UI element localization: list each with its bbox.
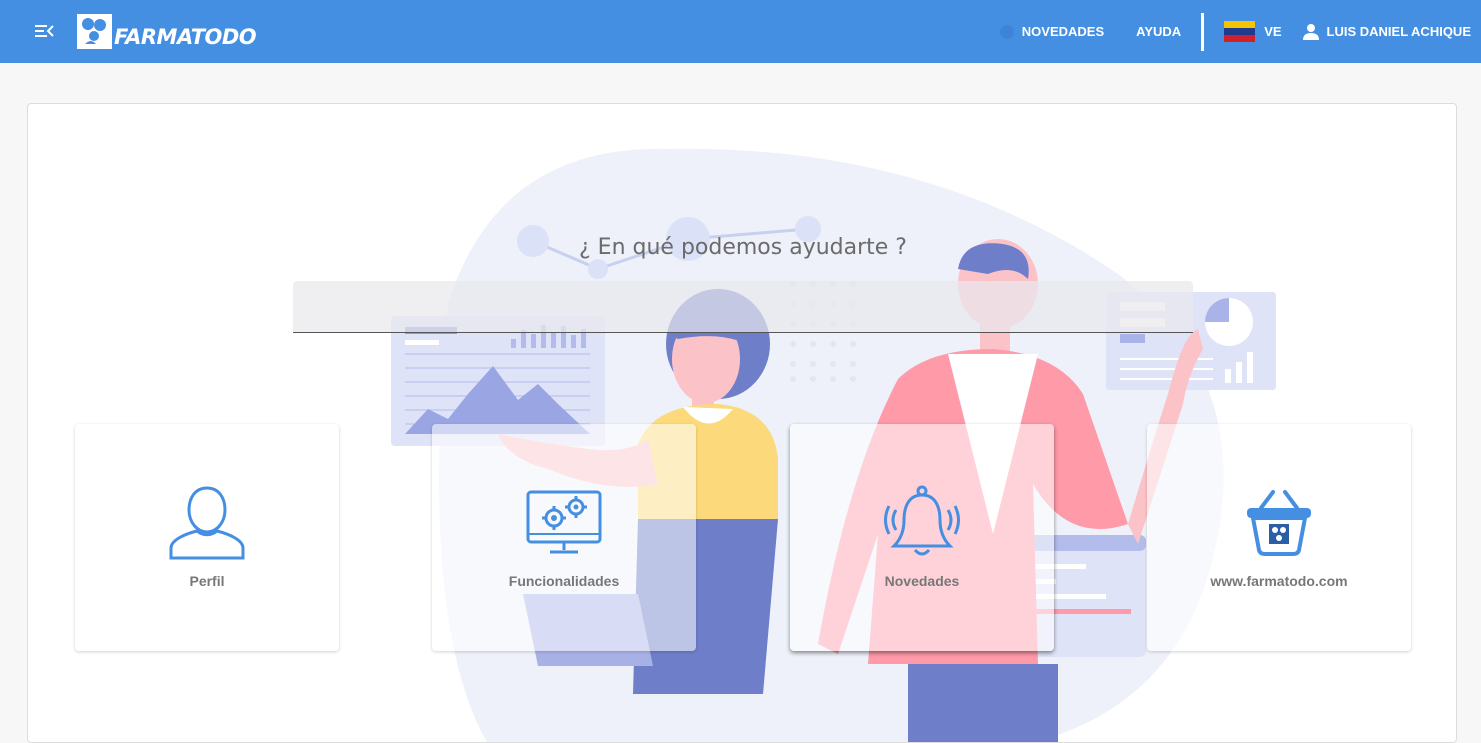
tile-perfil[interactable]: Perfil <box>75 424 339 651</box>
help-title: ¿ En qué podemos ayudarte ? <box>579 235 907 260</box>
nav-ayuda[interactable]: AYUDA <box>1136 24 1181 39</box>
monitor-gears-icon <box>526 490 602 554</box>
shopping-basket-icon <box>1247 490 1311 556</box>
header-divider <box>1201 12 1205 51</box>
nav-novedades-label: NOVEDADES <box>1021 24 1105 39</box>
user-profile-icon <box>169 486 245 560</box>
menu-collapse-icon[interactable] <box>33 21 55 41</box>
country-selector[interactable]: VE <box>1224 21 1282 42</box>
header-nav: NOVEDADES AYUDA VE LUIS DANIEL ACHIQUE <box>999 0 1471 63</box>
logo-text: FARMATODO <box>114 25 257 49</box>
help-search-input[interactable] <box>293 281 1193 333</box>
tile-novedades-label: Novedades <box>884 573 960 589</box>
tile-farmatodo-web[interactable]: www.farmatodo.com <box>1147 424 1411 651</box>
help-center-card: ¿ En qué podemos ayudarte ? Perfil Funci… <box>27 103 1457 743</box>
top-app-bar: FARMATODO NOVEDADES AYUDA VE LUIS DANIEL… <box>0 0 1481 63</box>
nav-novedades[interactable]: NOVEDADES <box>999 24 1105 39</box>
tile-funcionalidades[interactable]: Funcionalidades <box>432 424 696 651</box>
tile-novedades[interactable]: Novedades <box>790 424 1054 651</box>
tile-perfil-label: Perfil <box>189 573 225 589</box>
user-name: LUIS DANIEL ACHIQUE <box>1326 24 1471 39</box>
news-dot-icon <box>999 24 1014 39</box>
farmatodo-logo[interactable]: FARMATODO <box>77 13 257 49</box>
venezuela-flag-icon <box>1224 21 1256 42</box>
logo-mark-icon <box>77 13 112 49</box>
user-menu[interactable]: LUIS DANIEL ACHIQUE <box>1302 23 1471 41</box>
nav-ayuda-label: AYUDA <box>1136 24 1182 39</box>
bell-ringing-icon <box>884 485 960 556</box>
country-code: VE <box>1264 24 1282 39</box>
tile-funcionalidades-label: Funcionalidades <box>508 573 620 589</box>
user-icon <box>1302 23 1319 40</box>
tile-farmatodo-web-label: www.farmatodo.com <box>1210 573 1348 589</box>
